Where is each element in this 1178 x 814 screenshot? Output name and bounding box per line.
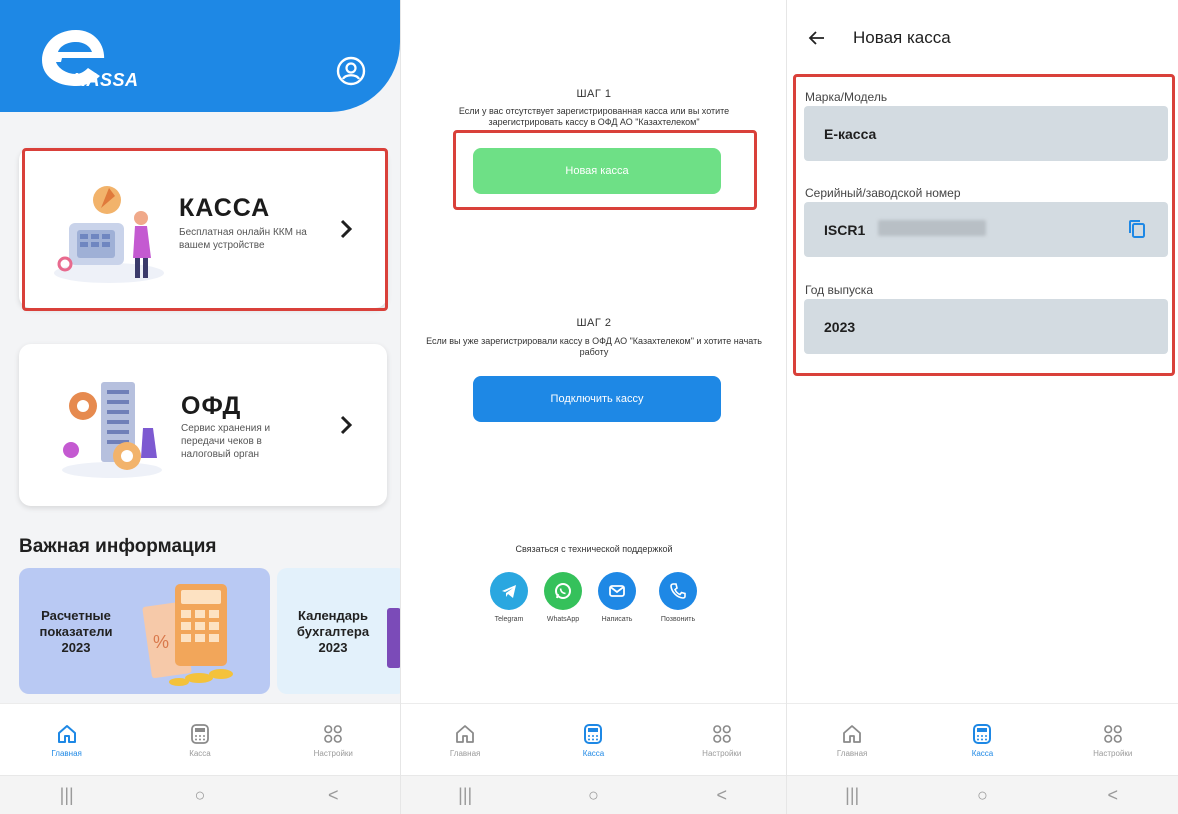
ofd-card[interactable]: ОФД Сервис хранения и передачи чеков в н… (19, 344, 387, 506)
screens-row: KASSA КАССА Бесплатная онлайн ККМ на ваш… (0, 0, 1178, 814)
important-info-title: Важная информация (19, 536, 217, 557)
kassa-illustration (54, 186, 164, 283)
copy-icon[interactable] (1128, 219, 1146, 239)
calculator-icon (973, 723, 992, 744)
telegram-label: Telegram (494, 616, 524, 623)
back-button[interactable]: < (658, 776, 786, 814)
telegram-icon (502, 585, 516, 598)
email-button[interactable] (598, 572, 636, 610)
home-icon (456, 724, 475, 743)
step2-title: ШАГ 2 (576, 317, 612, 329)
nav-kassa-label: Касса (971, 748, 994, 758)
year-label: Год выпуска (805, 283, 873, 297)
serial-number-label: Серийный/заводской номер (805, 186, 961, 200)
bottom-nav: Главная Касса Настройки (401, 703, 786, 775)
svg-text:%: % (153, 632, 169, 652)
logo-text: KASSA (73, 70, 139, 90)
serial-number-value: ISCR1 (824, 222, 866, 238)
system-nav-bar: ||| ○ < (0, 775, 400, 814)
nav-settings[interactable]: Настройки (658, 704, 786, 776)
grid-icon (1103, 724, 1122, 743)
ofd-card-title: ОФД (181, 392, 242, 420)
bottom-nav: Главная Касса Настройки (787, 703, 1178, 775)
kassa-card-desc: Бесплатная онлайн ККМ на вашем устройств… (179, 227, 307, 251)
back-button[interactable]: < (267, 776, 400, 814)
recent-apps-button[interactable]: ||| (0, 776, 133, 814)
nav-settings-label: Настройки (313, 748, 353, 758)
whatsapp-icon (555, 583, 571, 599)
nav-home[interactable]: Главная (401, 704, 529, 776)
new-kassa-screen: Новая касса Марка/Модель Е-касса Серийны… (786, 0, 1178, 814)
app-header: KASSA (0, 0, 400, 112)
email-label: Написать (601, 616, 633, 623)
system-nav-bar: ||| ○ < (401, 775, 786, 814)
whatsapp-button[interactable] (544, 572, 582, 610)
nav-home-label: Главная (449, 748, 481, 758)
year-value: 2023 (824, 319, 856, 335)
grid-icon (712, 724, 731, 743)
calculator-illustration: % (142, 584, 233, 686)
nav-home-label: Главная (836, 748, 868, 758)
kassa-card-title: КАССА (179, 194, 271, 222)
info-card-rates-text: Расчетные показатели 2023 (39, 608, 113, 655)
whatsapp-label: WhatsApp (546, 616, 580, 623)
back-button[interactable]: < (1048, 776, 1178, 814)
connect-kassa-button[interactable]: Подключить кассу (473, 376, 721, 422)
step1-title: ШАГ 1 (576, 88, 612, 100)
nav-home-label: Главная (51, 748, 82, 758)
info-card-calendar[interactable]: Календарь бухгалтера 2023 (277, 568, 400, 694)
profile-icon[interactable] (336, 56, 366, 86)
mail-icon (609, 585, 625, 597)
ofd-illustration (62, 382, 162, 478)
home-button[interactable]: ○ (529, 776, 657, 814)
brand-model-value: Е-касса (824, 126, 877, 142)
info-card-rates[interactable]: Расчетные показатели 2023 % (19, 568, 270, 694)
nav-settings[interactable]: Настройки (267, 704, 400, 776)
nav-kassa[interactable]: Касса (529, 704, 657, 776)
nav-home[interactable]: Главная (0, 704, 133, 776)
chevron-right-icon (340, 219, 353, 239)
recent-apps-button[interactable]: ||| (401, 776, 529, 814)
chevron-right-icon (340, 415, 353, 435)
page-title: Новая касса (853, 28, 951, 47)
nav-settings[interactable]: Настройки (1048, 704, 1178, 776)
back-arrow-icon[interactable] (807, 28, 827, 48)
grid-icon (324, 724, 343, 743)
call-label: Позвонить (660, 616, 696, 623)
calculator-icon (584, 723, 603, 744)
serial-number-field[interactable]: ISCR1 (804, 202, 1168, 257)
home-button[interactable]: ○ (917, 776, 1047, 814)
brand-model-field[interactable]: Е-касса (804, 106, 1168, 161)
serial-number-redaction (878, 220, 986, 236)
home-screen: KASSA КАССА Бесплатная онлайн ККМ на ваш… (0, 0, 400, 814)
nav-settings-label: Настройки (1093, 748, 1133, 758)
telegram-button[interactable] (490, 572, 528, 610)
kassa-screen: ШАГ 1 Если у вас отсутствует зарегистрир… (400, 0, 786, 814)
nav-settings-label: Настройки (702, 748, 742, 758)
support-title: Связаться с технической поддержкой (515, 544, 673, 554)
home-icon (843, 724, 862, 743)
calculator-icon (191, 723, 209, 744)
nav-home[interactable]: Главная (787, 704, 917, 776)
home-icon (57, 724, 76, 743)
nav-kassa-label: Касса (582, 748, 605, 758)
step2-desc: Если вы уже зарегистрировали кассу в ОФД… (426, 336, 762, 357)
year-field[interactable]: 2023 (804, 299, 1168, 354)
call-button[interactable] (659, 572, 697, 610)
home-button[interactable]: ○ (133, 776, 266, 814)
recent-apps-button[interactable]: ||| (787, 776, 917, 814)
phone-icon (670, 583, 686, 599)
info-card-calendar-text: Календарь бухгалтера 2023 (296, 608, 370, 655)
new-kassa-button[interactable]: Новая касса (473, 148, 721, 194)
system-nav-bar: ||| ○ < (787, 775, 1178, 814)
ofd-card-desc: Сервис хранения и передачи чеков в налог… (181, 423, 271, 460)
nav-kassa-label: Касса (189, 748, 211, 758)
calendar-illustration (387, 608, 400, 668)
step1-desc: Если у вас отсутствует зарегистрированна… (458, 106, 730, 127)
nav-kassa[interactable]: Касса (917, 704, 1047, 776)
kassa-card[interactable]: КАССА Бесплатная онлайн ККМ на вашем уст… (19, 148, 387, 308)
brand-model-label: Марка/Модель (805, 90, 888, 104)
bottom-nav: Главная Касса Настройки (0, 703, 400, 775)
nav-kassa[interactable]: Касса (133, 704, 266, 776)
